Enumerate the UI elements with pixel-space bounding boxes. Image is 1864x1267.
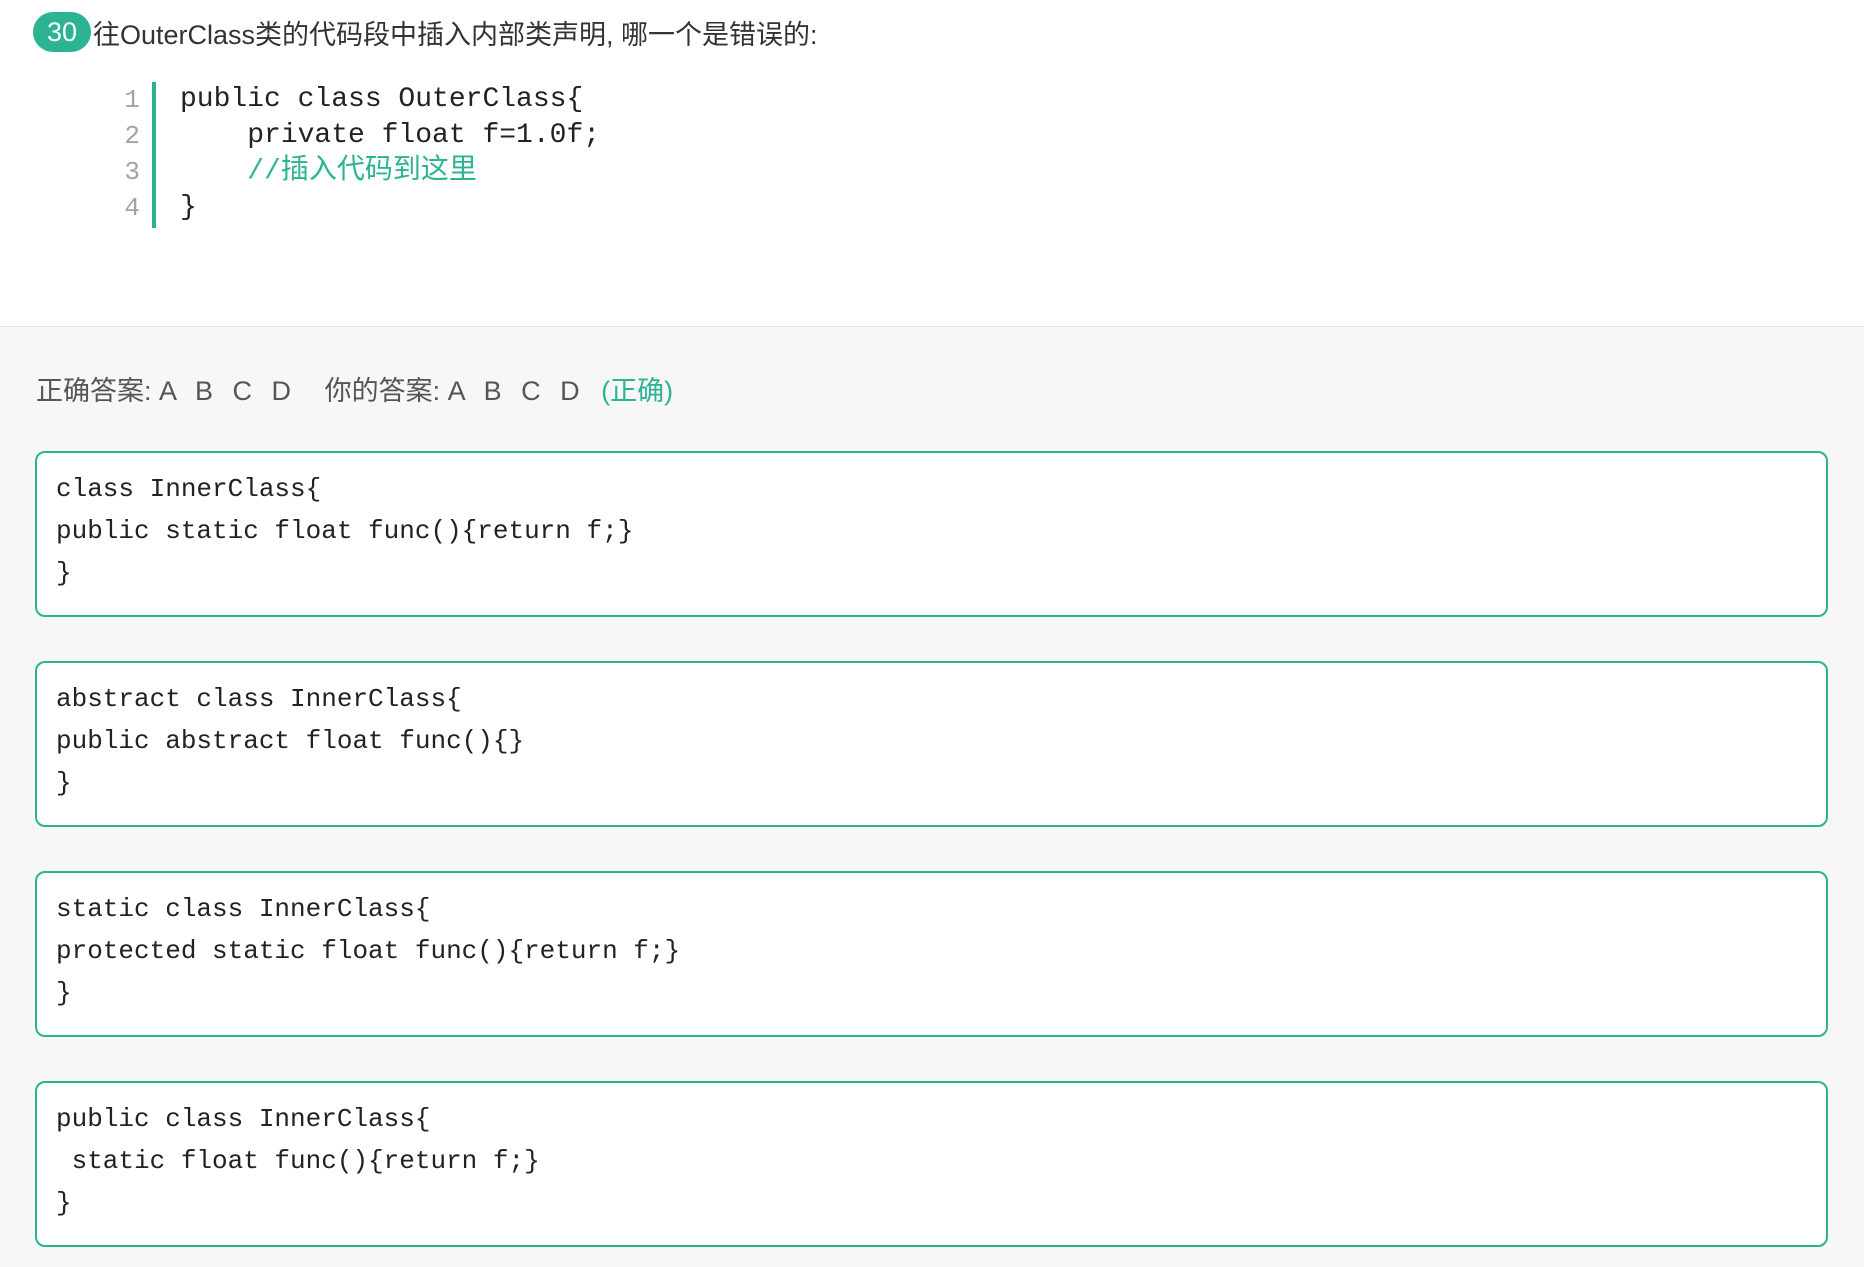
option-code-line: abstract class InnerClass{ (56, 684, 462, 714)
correct-answer-label: 正确答案: (36, 376, 152, 406)
question-text: 往OuterClass类的代码段中插入内部类声明, 哪一个是错误的: (93, 19, 818, 50)
option-code-line: protected static float func(){return f;} (56, 936, 681, 966)
option-card-b[interactable]: abstract class InnerClass{ public abstra… (35, 661, 1828, 827)
answer-result: (正确) (601, 376, 674, 406)
line-number: 1 (124, 85, 140, 115)
code-line: private float f=1.0f; (180, 120, 601, 151)
question-header: 30 往OuterClass类的代码段中插入内部类声明, 哪一个是错误的: (33, 12, 818, 52)
code-snippet: 1 2 3 4 public class OuterClass{ private… (112, 82, 912, 228)
option-card-d[interactable]: public class InnerClass{ static float fu… (35, 1081, 1828, 1247)
correct-answer-value: A B C D (159, 376, 298, 406)
your-answer-value: A B C D (447, 376, 586, 406)
line-number: 4 (124, 193, 140, 223)
option-code-line: public class InnerClass{ (56, 1104, 431, 1134)
option-card-a[interactable]: class InnerClass{ public static float fu… (35, 451, 1828, 617)
code-line: public class OuterClass{ (180, 84, 584, 115)
question-number-badge: 30 (33, 12, 91, 52)
answer-panel: 正确答案: A B C D 你的答案: A B C D (正确) class I… (0, 326, 1864, 1267)
option-code-line: static class InnerClass{ (56, 894, 431, 924)
option-code-line: public static float func(){return f;} (56, 516, 634, 546)
option-code-line: } (56, 768, 72, 798)
question-area: 30 往OuterClass类的代码段中插入内部类声明, 哪一个是错误的: 1 … (0, 0, 1864, 326)
answer-summary: 正确答案: A B C D 你的答案: A B C D (正确) (36, 369, 673, 408)
line-number-gutter: 1 2 3 4 (112, 82, 156, 228)
option-card-c[interactable]: static class InnerClass{ protected stati… (35, 871, 1828, 1037)
option-code-line: static float func(){return f;} (56, 1146, 540, 1176)
line-number: 2 (124, 121, 140, 151)
option-code-line: } (56, 978, 72, 1008)
option-code-line: public abstract float func(){} (56, 726, 525, 756)
code-comment-line: //插入代码到这里 (180, 156, 477, 187)
option-code-line: } (56, 1188, 72, 1218)
your-answer-label: 你的答案: (324, 376, 441, 406)
option-code-line: class InnerClass{ (56, 474, 322, 504)
code-line: } (180, 192, 197, 223)
option-code-line: } (56, 558, 72, 588)
line-number: 3 (124, 157, 140, 187)
